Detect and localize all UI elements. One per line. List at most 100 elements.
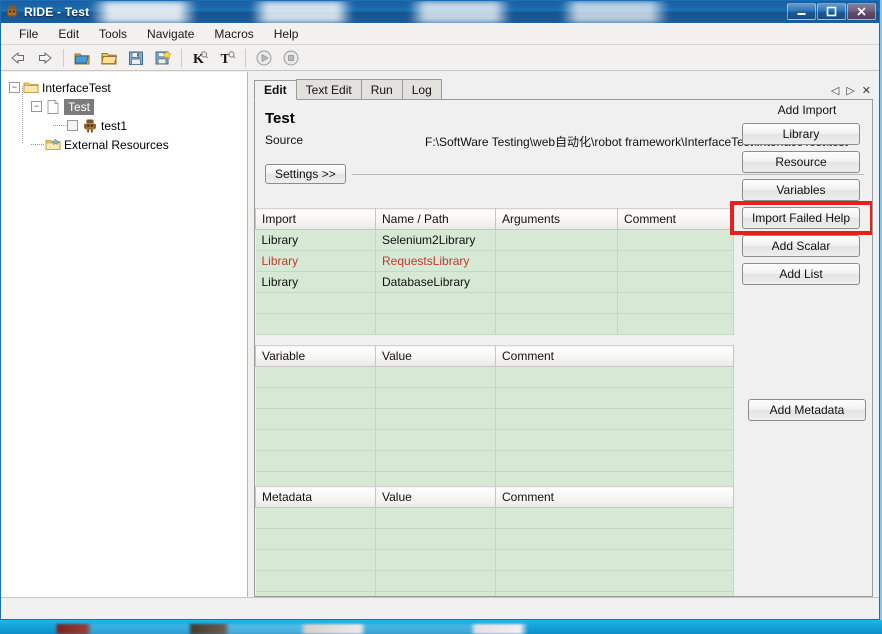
tab-run[interactable]: Run (360, 79, 403, 99)
metadata-grid-row[interactable] (255, 507, 734, 529)
import-grid-body[interactable]: Library Selenium2Library Library RequestsLi… (255, 229, 734, 335)
metadata-grid-cell[interactable] (375, 549, 496, 571)
metadata-grid-cell[interactable] (375, 528, 496, 550)
import-grid-col-name-path[interactable]: Name / Path (375, 208, 496, 230)
search-tag-icon[interactable]: T (216, 47, 238, 69)
tree-node-external-resources[interactable]: External Resources (1, 135, 247, 154)
variable-grid-row[interactable] (255, 450, 734, 472)
menu-item-tools[interactable]: Tools (89, 25, 137, 43)
new-project-icon[interactable] (71, 47, 93, 69)
metadata-grid-cell[interactable] (495, 528, 734, 550)
tab-text-edit[interactable]: Text Edit (295, 79, 362, 99)
open-folder-icon[interactable] (98, 47, 120, 69)
minimize-button[interactable] (787, 3, 816, 20)
metadata-grid-cell[interactable] (255, 528, 376, 550)
metadata-grid-cell[interactable] (495, 570, 734, 592)
metadata-grid-cell[interactable] (495, 549, 734, 571)
tree-node-test1[interactable]: test1 (1, 116, 247, 135)
import-grid-row[interactable] (255, 292, 734, 314)
import-grid-cell[interactable] (495, 271, 618, 293)
metadata-grid-col-value[interactable]: Value (375, 486, 496, 508)
variable-grid-cell[interactable] (495, 450, 734, 472)
tree-node-interfacetest[interactable]: − InterfaceTest (1, 78, 247, 97)
variable-grid-cell[interactable] (255, 450, 376, 472)
import-grid-cell[interactable]: Library (255, 229, 376, 251)
add-scalar-button[interactable]: Add Scalar (742, 235, 860, 257)
stop-icon[interactable] (280, 47, 302, 69)
import-grid-col-import[interactable]: Import (255, 208, 376, 230)
import-grid-cell[interactable] (617, 229, 734, 251)
import-grid-row[interactable]: Library DatabaseLibrary (255, 271, 734, 293)
metadata-grid-cell[interactable] (255, 570, 376, 592)
tree-expander-icon[interactable]: − (9, 82, 20, 93)
menu-item-help[interactable]: Help (264, 25, 309, 43)
settings-toggle-button[interactable]: Settings >> (265, 164, 346, 184)
import-grid-cell[interactable] (375, 292, 496, 314)
add-list-button[interactable]: Add List (742, 263, 860, 285)
menu-item-macros[interactable]: Macros (204, 25, 263, 43)
metadata-grid-col-comment[interactable]: Comment (495, 486, 734, 508)
import-grid-cell[interactable] (617, 292, 734, 314)
add-variables-button[interactable]: Variables (742, 179, 860, 201)
import-grid-cell[interactable] (495, 313, 618, 335)
add-library-button[interactable]: Library (742, 123, 860, 145)
variable-grid-cell[interactable] (495, 387, 734, 409)
import-grid-row[interactable] (255, 313, 734, 335)
import-grid-cell[interactable]: Library (255, 250, 376, 272)
import-grid-col-arguments[interactable]: Arguments (495, 208, 618, 230)
tab-prev-button[interactable]: ◁ (831, 86, 839, 97)
add-metadata-button[interactable]: Add Metadata (748, 399, 866, 421)
import-grid-cell[interactable] (495, 292, 618, 314)
import-grid-cell[interactable]: DatabaseLibrary (375, 271, 496, 293)
variable-grid-row[interactable] (255, 408, 734, 430)
metadata-grid-body[interactable] (255, 507, 734, 596)
variable-grid-cell[interactable] (255, 387, 376, 409)
metadata-grid-row[interactable] (255, 528, 734, 550)
variable-grid-cell[interactable] (375, 366, 496, 388)
import-settings-grid[interactable]: Import Name / Path Arguments Comment Librar… (255, 208, 734, 335)
metadata-grid-row[interactable] (255, 570, 734, 592)
variable-grid-cell[interactable] (375, 429, 496, 451)
menu-item-edit[interactable]: Edit (48, 25, 89, 43)
maximize-button[interactable] (817, 3, 846, 20)
import-grid-cell[interactable] (375, 313, 496, 335)
variable-grid-col-value[interactable]: Value (375, 345, 496, 367)
tree-expander-icon[interactable]: − (31, 101, 42, 112)
tree-node-test[interactable]: − Test (1, 97, 247, 116)
save-all-icon[interactable] (152, 47, 174, 69)
import-grid-cell[interactable]: Library (255, 271, 376, 293)
variable-grid-cell[interactable] (495, 366, 734, 388)
search-keyword-icon[interactable]: K (189, 47, 211, 69)
import-grid-cell[interactable] (617, 250, 734, 272)
run-icon[interactable] (253, 47, 275, 69)
import-grid-cell[interactable] (617, 313, 734, 335)
variable-grid-row[interactable] (255, 366, 734, 388)
metadata-grid-row[interactable] (255, 549, 734, 571)
tab-next-button[interactable]: ▷ (846, 86, 854, 97)
variable-grid-cell[interactable] (255, 366, 376, 388)
save-icon[interactable] (125, 47, 147, 69)
variable-grid-cell[interactable] (495, 429, 734, 451)
import-grid-cell[interactable] (255, 292, 376, 314)
metadata-grid-cell[interactable] (375, 570, 496, 592)
import-grid-cell[interactable] (255, 313, 376, 335)
variable-grid-cell[interactable] (495, 408, 734, 430)
import-grid-col-comment[interactable]: Comment (617, 208, 734, 230)
variable-grid-row[interactable] (255, 429, 734, 451)
tab-edit[interactable]: Edit (254, 80, 297, 100)
import-grid-row[interactable]: Library RequestsLibrary (255, 250, 734, 272)
import-failed-help-button[interactable]: Import Failed Help (742, 207, 860, 229)
import-grid-cell[interactable]: RequestsLibrary (375, 250, 496, 272)
tree-node-checkbox[interactable] (67, 120, 78, 131)
metadata-grid-cell[interactable] (255, 507, 376, 529)
add-resource-button[interactable]: Resource (742, 151, 860, 173)
tab-log[interactable]: Log (401, 79, 442, 99)
menu-item-navigate[interactable]: Navigate (137, 25, 204, 43)
metadata-grid-col-metadata[interactable]: Metadata (255, 486, 376, 508)
variable-grid-body[interactable] (255, 366, 734, 493)
import-grid-cell[interactable]: Selenium2Library (375, 229, 496, 251)
back-icon[interactable] (7, 47, 29, 69)
import-grid-cell[interactable] (617, 271, 734, 293)
metadata-settings-grid[interactable]: Metadata Value Comment (255, 486, 734, 596)
menu-item-file[interactable]: File (9, 25, 48, 43)
